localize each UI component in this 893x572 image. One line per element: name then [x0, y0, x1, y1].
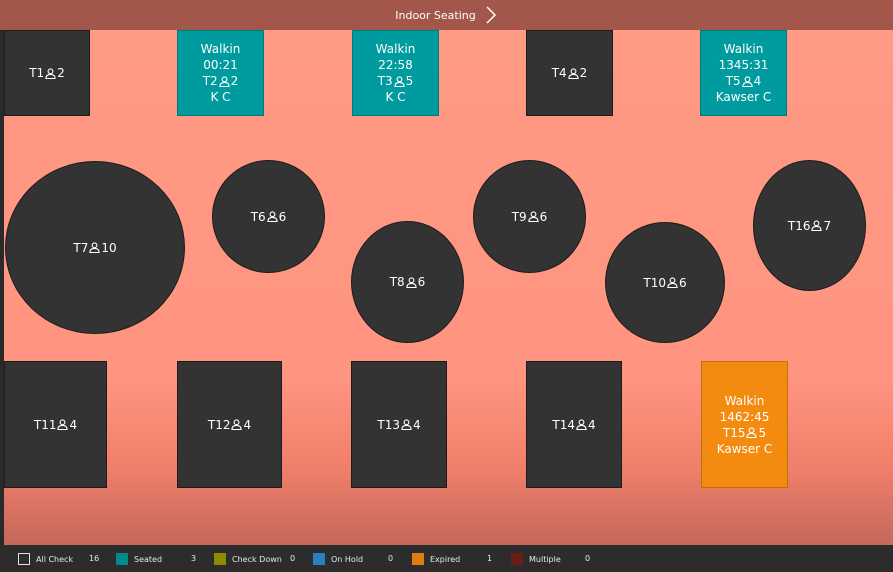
person-icon	[401, 419, 412, 430]
table-label: T10 6	[643, 275, 687, 290]
table-label: T8 6	[389, 275, 426, 289]
legend-check-down[interactable]: Check Down	[214, 553, 282, 565]
table-t1[interactable]: T1 2	[4, 30, 90, 116]
legend-swatch	[511, 553, 523, 565]
table-label: T2 2	[202, 74, 239, 88]
table-label: T1 2	[29, 66, 65, 80]
person-icon	[528, 211, 539, 222]
person-icon	[89, 242, 100, 253]
person-icon	[811, 220, 823, 231]
table-t9[interactable]: T9 6	[473, 160, 586, 273]
legend-swatch	[214, 553, 226, 565]
legend-expired[interactable]: Expired	[412, 553, 460, 565]
party-name: Walkin	[724, 393, 765, 408]
seated-time: 1345:31	[718, 58, 769, 72]
legend-swatch	[116, 553, 128, 565]
server-name: Kawser C	[715, 90, 772, 104]
table-t2[interactable]: Walkin 00:21 T2 2 K C	[177, 30, 264, 116]
table-label: T9 6	[511, 209, 548, 224]
legend-count: 1	[487, 554, 493, 563]
table-label: T12 4	[207, 417, 252, 432]
table-t8[interactable]: T8 6	[351, 221, 464, 343]
status-legend: All Check 16 Seated 3 Check Down 0 On Ho…	[0, 545, 893, 572]
table-t6[interactable]: T6 6	[212, 160, 325, 273]
person-icon	[406, 276, 417, 288]
person-icon	[667, 277, 678, 288]
server-name: Kawser C	[716, 441, 773, 456]
server-name: K C	[210, 90, 231, 104]
legend-all-check[interactable]: All Check	[18, 553, 73, 565]
table-t11[interactable]: T11 4	[4, 361, 107, 488]
seated-time: 22:58	[378, 58, 413, 72]
legend-on-hold[interactable]: On Hold	[313, 553, 363, 565]
seated-time: 00:21	[203, 58, 238, 72]
party-name: Walkin	[200, 42, 241, 56]
person-icon	[394, 75, 405, 87]
person-icon	[576, 419, 587, 430]
table-t10[interactable]: T10 6	[605, 222, 725, 343]
legend-label: Multiple	[529, 554, 561, 564]
table-t4[interactable]: T4 2	[526, 30, 613, 116]
table-t14[interactable]: T14 4	[526, 361, 622, 488]
person-icon	[742, 75, 753, 87]
party-name: Walkin	[375, 42, 416, 56]
server-name: K C	[385, 90, 406, 104]
table-label: T5 4	[725, 74, 762, 88]
person-icon	[746, 427, 758, 438]
table-label: T3 5	[377, 74, 414, 88]
legend-swatch	[412, 553, 424, 565]
seated-time: 1462:45	[719, 409, 770, 424]
legend-count: 0	[585, 554, 591, 563]
person-icon	[45, 67, 56, 79]
person-icon	[267, 211, 278, 222]
person-icon	[57, 419, 69, 430]
legend-label: Seated	[134, 554, 163, 564]
legend-label: Expired	[430, 554, 461, 564]
table-t15[interactable]: Walkin 1462:45 T15 5 Kawser C	[701, 361, 788, 488]
table-t13[interactable]: T13 4	[351, 361, 447, 488]
table-label: T15 5	[722, 425, 767, 440]
party-name: Walkin	[723, 42, 764, 56]
section-header: Indoor Seating	[0, 0, 893, 30]
table-label: T4 2	[551, 66, 588, 80]
legend-swatch	[313, 553, 325, 565]
table-t5[interactable]: Walkin 1345:31 T5 4 Kawser C	[700, 30, 787, 116]
table-t12[interactable]: T12 4	[177, 361, 282, 488]
chevron-right-icon[interactable]	[484, 5, 498, 25]
legend-swatch	[18, 553, 30, 565]
table-t16[interactable]: T16 7	[753, 160, 866, 291]
table-label: T16 7	[787, 218, 832, 233]
legend-count: 0	[290, 554, 296, 563]
table-label: T11 4	[33, 417, 78, 432]
section-title: Indoor Seating	[395, 8, 476, 22]
legend-label: On Hold	[331, 554, 364, 564]
person-icon	[219, 75, 230, 87]
legend-multiple[interactable]: Multiple	[511, 553, 561, 565]
person-icon	[231, 419, 243, 430]
person-icon	[568, 67, 579, 79]
table-label: T6 6	[250, 209, 287, 224]
table-t7[interactable]: T7 10	[5, 161, 185, 334]
table-label: T7 10	[73, 240, 117, 255]
legend-count: 3	[191, 554, 197, 563]
table-label: T13 4	[377, 417, 421, 432]
table-label: T14 4	[552, 417, 596, 432]
floor-plan: T1 2 Walkin 00:21 T2 2 K C Walkin 22:58 T3…	[4, 30, 893, 545]
legend-seated[interactable]: Seated	[116, 553, 162, 565]
legend-count: 0	[388, 554, 394, 563]
legend-label: Check Down	[232, 554, 282, 564]
legend-label: All Check	[36, 554, 74, 564]
legend-count: 16	[89, 554, 100, 563]
table-t3[interactable]: Walkin 22:58 T3 5 K C	[352, 30, 439, 116]
